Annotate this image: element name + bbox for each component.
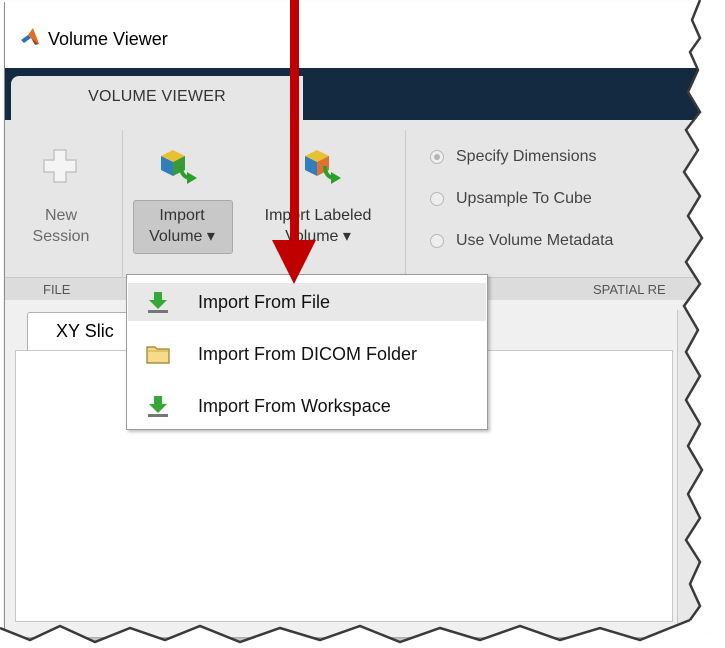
radio-dot [430,150,444,164]
menu-item-import-from-workspace[interactable]: Import From Workspace [128,387,486,425]
import-volume-button[interactable]: Import Volume ▾ [129,130,235,270]
radio-dot [430,192,444,206]
window-title: Volume Viewer [48,29,168,49]
section-file-label: FILE [43,282,71,297]
import-cube-icon [161,150,197,184]
new-session-button[interactable]: New Session [7,130,115,270]
menu-item-import-from-file[interactable]: Import From File [128,283,486,321]
tab-volume-viewer[interactable]: VOLUME VIEWER [11,76,303,120]
menu-item-label: Import From DICOM Folder [198,344,418,364]
new-session-line2: Session [32,228,90,245]
section-spatial-label: SPATIAL RE [593,282,666,297]
tab-label: VOLUME VIEWER [88,88,226,105]
radio-label: Use Volume Metadata [456,232,614,249]
menu-item-label: Import From Workspace [198,396,391,416]
matlab-logo-icon [21,28,39,45]
toolstrip-tabs: VOLUME VIEWER [5,68,705,120]
new-session-line1: New [44,207,77,224]
download-arrow-icon [148,292,168,313]
import-volume-line2: Volume ▾ [149,228,215,245]
radio-label: Specify Dimensions [456,148,597,165]
right-panel [677,310,705,630]
xy-slice-tab-label: XY Slic [56,321,114,341]
plus-icon [43,149,77,183]
divider [122,130,123,300]
import-labeled-cube-icon [305,150,341,184]
menu-item-import-from-dicom-folder[interactable]: Import From DICOM Folder [128,335,486,373]
import-labeled-line1: Import Labeled [264,207,372,224]
folder-icon [146,346,170,364]
import-labeled-volume-button[interactable]: Import Labeled Volume ▾ [243,130,393,270]
radio-label: Upsample To Cube [456,190,592,207]
download-arrow-icon [148,396,168,417]
import-labeled-line2: Volume ▾ [285,228,351,245]
toolstrip-ribbon: New Session Import Volume ▾ Import Label… [5,120,705,301]
radio-dot [430,234,444,248]
import-volume-dropdown-menu: Import From File Import From DICOM Folde… [126,274,488,430]
title-bar: Volume Viewer [5,2,705,68]
partial-label: Y [699,190,705,208]
import-volume-line1: Import [159,207,205,224]
menu-item-label: Import From File [198,292,331,312]
